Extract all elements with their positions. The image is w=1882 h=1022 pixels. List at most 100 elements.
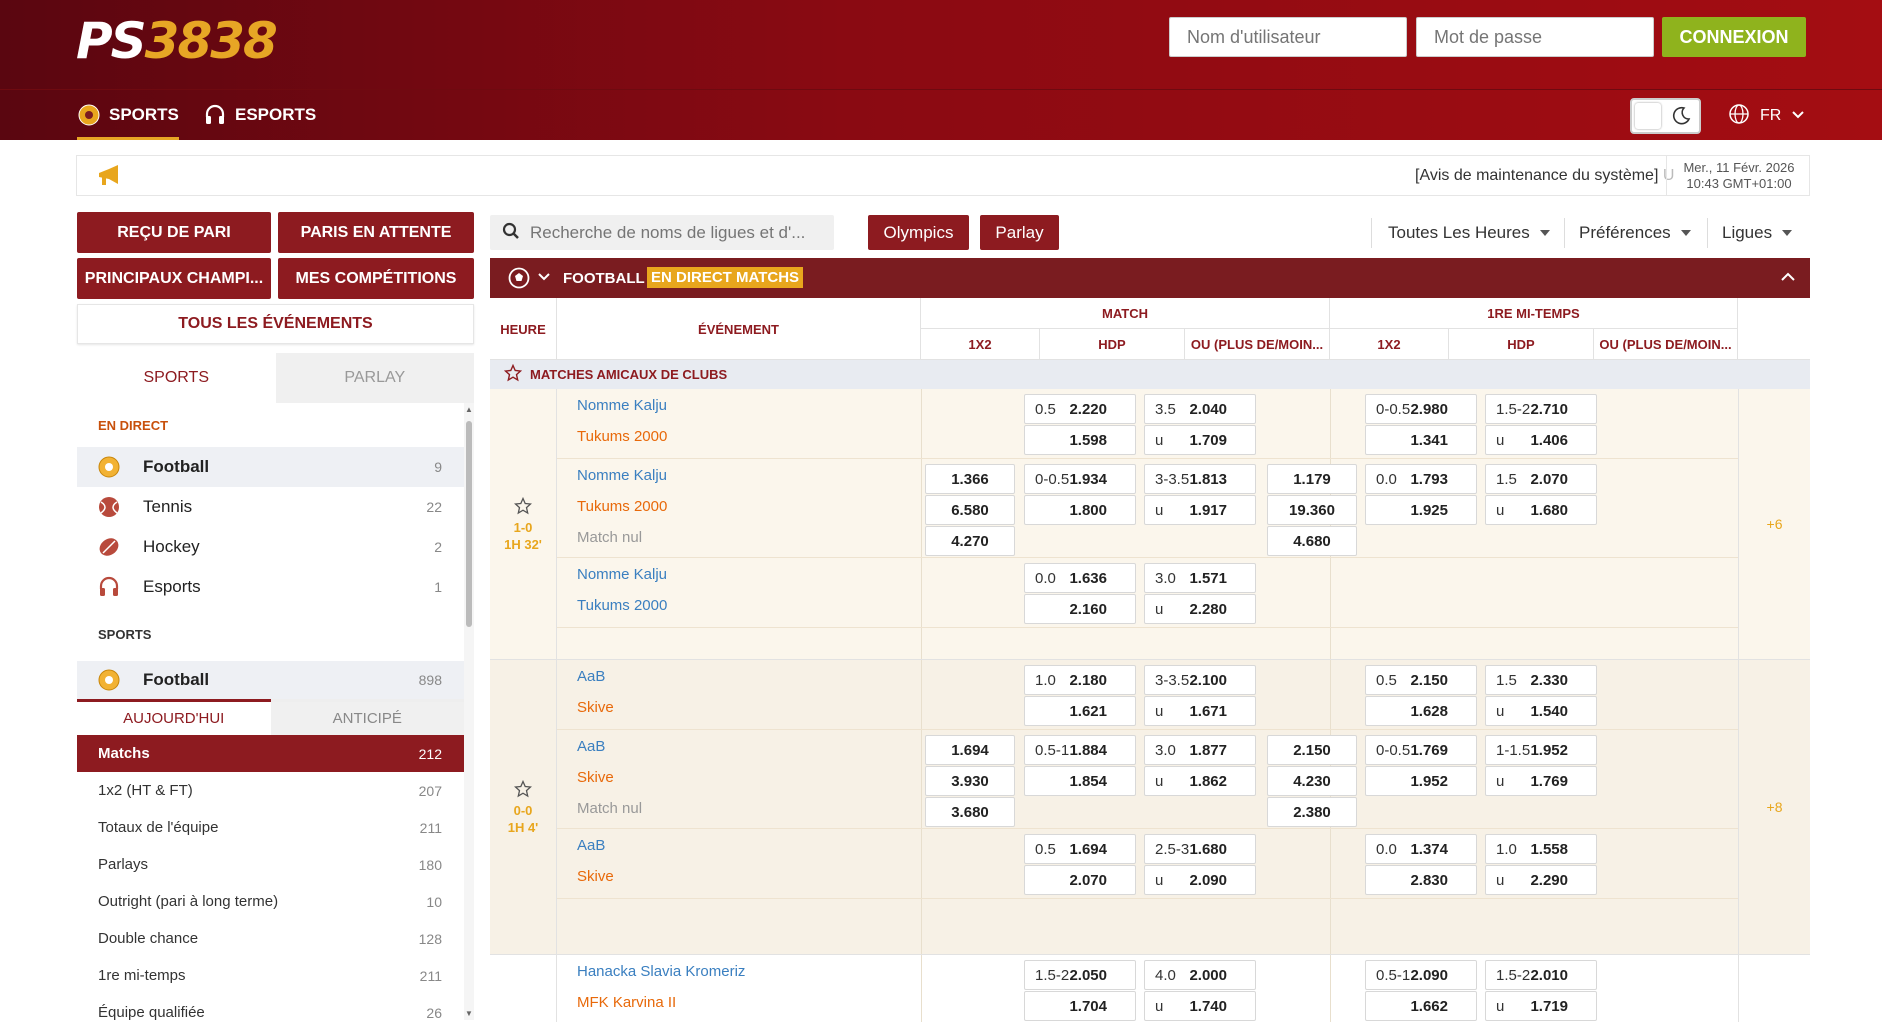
- odds-half-hdp-home[interactable]: 0-0.5 2.980: [1365, 394, 1477, 424]
- odds-half-hdp-home[interactable]: 0.5-1 2.090: [1365, 960, 1477, 990]
- odds-ou-under[interactable]: u 2.090: [1144, 865, 1256, 895]
- theme-toggle[interactable]: [1630, 98, 1701, 134]
- odds-half-hdp-home[interactable]: 0-0.5 1.769: [1365, 735, 1477, 765]
- market-item[interactable]: Totaux de l'équipe 211: [77, 809, 464, 846]
- sidebar-tab-parlay[interactable]: PARLAY: [275, 353, 474, 403]
- odds-hdp-home[interactable]: 0.5 2.220: [1024, 394, 1136, 424]
- odds-hdp-away[interactable]: 1.704: [1024, 991, 1136, 1021]
- odds-1x2-away[interactable]: 6.580: [925, 495, 1015, 525]
- odds-half-ou-under[interactable]: u 1.680: [1485, 495, 1597, 525]
- sidebar-scrollbar[interactable]: ▲ ▼: [464, 403, 474, 1020]
- preferences-dropdown[interactable]: Préférences: [1579, 218, 1691, 248]
- odds-ou-over[interactable]: 3-3.5 2.100: [1144, 665, 1256, 695]
- market-item[interactable]: 1x2 (HT & FT) 207: [77, 772, 464, 809]
- odds-half-hdp-away[interactable]: 1.341: [1365, 425, 1477, 455]
- odds-ou-over[interactable]: 2.5-3 1.680: [1144, 834, 1256, 864]
- home-team[interactable]: Nomme Kalju: [577, 566, 667, 583]
- nav-tab-sports[interactable]: SPORTS: [77, 90, 179, 140]
- chevron-up-icon[interactable]: [1780, 270, 1796, 288]
- odds-half-1x2-away[interactable]: 19.360: [1267, 495, 1357, 525]
- odds-half-1x2-draw[interactable]: 4.680: [1267, 526, 1357, 556]
- odds-ou-under[interactable]: u 1.862: [1144, 766, 1256, 796]
- market-item[interactable]: Outright (pari à long terme) 10: [77, 883, 464, 920]
- odds-half-ou-under[interactable]: u 1.406: [1485, 425, 1597, 455]
- market-item[interactable]: Matchs 212: [77, 735, 464, 772]
- more-markets-link[interactable]: +8: [1738, 660, 1810, 954]
- odds-half-ou-under[interactable]: u 2.290: [1485, 865, 1597, 895]
- home-team[interactable]: Nomme Kalju: [577, 397, 667, 414]
- odds-half-ou-over[interactable]: 1.0 1.558: [1485, 834, 1597, 864]
- odds-half-hdp-away[interactable]: 2.830: [1365, 865, 1477, 895]
- odds-half-hdp-away[interactable]: 1.952: [1365, 766, 1477, 796]
- odds-hdp-away[interactable]: 1.598: [1024, 425, 1136, 455]
- odds-ou-under[interactable]: u 1.917: [1144, 495, 1256, 525]
- odds-half-hdp-home[interactable]: 0.0 1.374: [1365, 834, 1477, 864]
- odds-half-ou-over[interactable]: 1.5-2 2.710: [1485, 394, 1597, 424]
- odds-half-ou-under[interactable]: u 1.769: [1485, 766, 1597, 796]
- odds-hdp-home[interactable]: 0.0 1.636: [1024, 563, 1136, 593]
- away-team[interactable]: Tukums 2000: [577, 597, 667, 614]
- sidebar-tab-sports[interactable]: SPORTS: [77, 353, 276, 403]
- market-item[interactable]: 1re mi-temps 211: [77, 957, 464, 994]
- odds-half-hdp-away[interactable]: 1.662: [1365, 991, 1477, 1021]
- away-team[interactable]: Skive: [577, 699, 614, 716]
- leagues-dropdown[interactable]: Ligues: [1722, 218, 1793, 248]
- chevron-down-icon[interactable]: [537, 270, 551, 288]
- odds-1x2-home[interactable]: 1.366: [925, 464, 1015, 494]
- odds-half-ou-under[interactable]: u 1.540: [1485, 696, 1597, 726]
- announcement-text[interactable]: [Avis de maintenance du système] U: [1415, 167, 1674, 185]
- more-markets-link[interactable]: +6: [1738, 389, 1810, 659]
- subtab-today[interactable]: AUJOURD'HUI: [77, 699, 271, 735]
- odds-hdp-home[interactable]: 1.0 2.180: [1024, 665, 1136, 695]
- home-team[interactable]: AaB: [577, 668, 605, 685]
- odds-hdp-home[interactable]: 1.5-2 2.050: [1024, 960, 1136, 990]
- odds-1x2-draw[interactable]: 3.680: [925, 797, 1015, 827]
- my-competitions-button[interactable]: MES COMPÉTITIONS: [278, 258, 474, 299]
- away-team[interactable]: Tukums 2000: [577, 428, 667, 445]
- star-icon[interactable]: [513, 779, 533, 801]
- login-button[interactable]: CONNEXION: [1662, 17, 1806, 57]
- odds-half-ou-over[interactable]: 1.5 2.070: [1485, 464, 1597, 494]
- scroll-down-icon[interactable]: ▼: [465, 1009, 473, 1018]
- bet-receipt-button[interactable]: REÇU DE PARI: [77, 212, 271, 253]
- sport-section-header[interactable]: FOOTBALL EN DIRECT MATCHS: [490, 258, 1810, 298]
- odds-hdp-home[interactable]: 0-0.5 1.934: [1024, 464, 1136, 494]
- odds-half-ou-over[interactable]: 1.5-2 2.010: [1485, 960, 1597, 990]
- star-icon[interactable]: [503, 363, 523, 385]
- search-input[interactable]: [530, 222, 820, 243]
- nav-tab-esports[interactable]: ESPORTS: [203, 90, 316, 140]
- away-team[interactable]: Tukums 2000: [577, 498, 667, 515]
- away-team[interactable]: Skive: [577, 769, 614, 786]
- odds-half-1x2-draw[interactable]: 2.380: [1267, 797, 1357, 827]
- market-item[interactable]: Double chance 128: [77, 920, 464, 957]
- odds-half-hdp-away[interactable]: 1.628: [1365, 696, 1477, 726]
- odds-ou-under[interactable]: u 2.280: [1144, 594, 1256, 624]
- parlay-button[interactable]: Parlay: [980, 215, 1059, 250]
- top-championships-button[interactable]: PRINCIPAUX CHAMPI...: [77, 258, 271, 299]
- odds-hdp-away[interactable]: 2.070: [1024, 865, 1136, 895]
- more-markets-link[interactable]: [1738, 955, 1810, 1022]
- odds-half-hdp-home[interactable]: 0.0 1.793: [1365, 464, 1477, 494]
- league-search[interactable]: [490, 215, 834, 250]
- scrollbar-thumb[interactable]: [466, 421, 472, 627]
- away-team[interactable]: Skive: [577, 868, 614, 885]
- odds-half-1x2-away[interactable]: 4.230: [1267, 766, 1357, 796]
- home-team[interactable]: AaB: [577, 837, 605, 854]
- odds-hdp-away[interactable]: 1.854: [1024, 766, 1136, 796]
- language-selector[interactable]: FR: [1728, 101, 1805, 131]
- odds-1x2-home[interactable]: 1.694: [925, 735, 1015, 765]
- odds-ou-over[interactable]: 3.0 1.571: [1144, 563, 1256, 593]
- sidebar-sport-football[interactable]: Football 898: [77, 661, 464, 699]
- market-item[interactable]: Équipe qualifiée 26: [77, 994, 464, 1020]
- odds-half-1x2-home[interactable]: 2.150: [1267, 735, 1357, 765]
- password-input[interactable]: [1416, 17, 1654, 57]
- odds-ou-under[interactable]: u 1.740: [1144, 991, 1256, 1021]
- all-hours-dropdown[interactable]: Toutes Les Heures: [1388, 218, 1550, 248]
- all-events-button[interactable]: TOUS LES ÉVÉNEMENTS: [77, 304, 474, 344]
- home-team[interactable]: Hanacka Slavia Kromeriz: [577, 963, 745, 980]
- league-header[interactable]: MATCHES AMICAUX DE CLUBS: [490, 360, 1810, 389]
- pending-bets-button[interactable]: PARIS EN ATTENTE: [278, 212, 474, 253]
- subtab-early[interactable]: ANTICIPÉ: [270, 699, 464, 735]
- odds-half-ou-under[interactable]: u 1.719: [1485, 991, 1597, 1021]
- odds-ou-under[interactable]: u 1.671: [1144, 696, 1256, 726]
